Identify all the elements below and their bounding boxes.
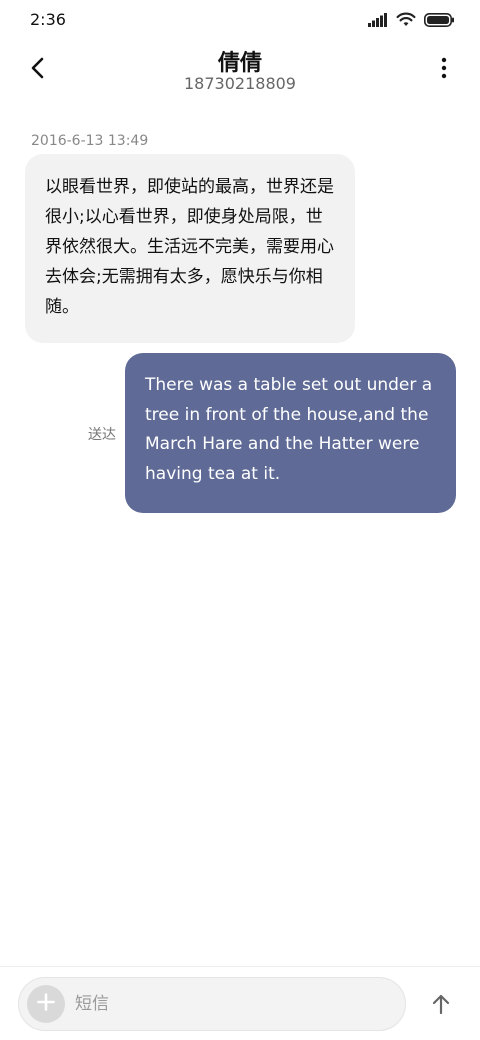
delivery-status: 送达 (88, 427, 116, 443)
message-input[interactable] (75, 978, 395, 1030)
wifi-icon (396, 11, 416, 31)
arrow-up-icon (431, 993, 451, 1019)
more-vertical-icon (441, 57, 447, 83)
plus-icon (37, 993, 55, 1015)
conversation-header: 倩倩 18730218809 (0, 40, 480, 110)
contact-number: 18730218809 (184, 74, 296, 93)
compose-bar (0, 966, 480, 1040)
more-options-button[interactable] (430, 54, 458, 86)
status-time: 2:36 (30, 10, 66, 29)
status-bar: 2:36 (0, 0, 480, 40)
signal-icon (368, 12, 388, 31)
battery-icon (424, 12, 454, 31)
send-button[interactable] (426, 991, 456, 1021)
add-attachment-button[interactable] (27, 985, 65, 1023)
incoming-message-bubble[interactable]: 以眼看世界，即使站的最高，世界还是很小;以心看世界，即使身处局限，世界依然很大。… (25, 154, 355, 343)
outgoing-message-bubble[interactable]: There was a table set out under a tree i… (125, 353, 456, 513)
status-icons (368, 11, 454, 31)
message-list[interactable]: 2016-6-13 13:49 以眼看世界，即使站的最高，世界还是很小;以心看世… (0, 110, 480, 965)
compose-field (18, 977, 406, 1031)
contact-name: 倩倩 (217, 51, 262, 76)
message-timestamp: 2016-6-13 13:49 (31, 133, 149, 149)
